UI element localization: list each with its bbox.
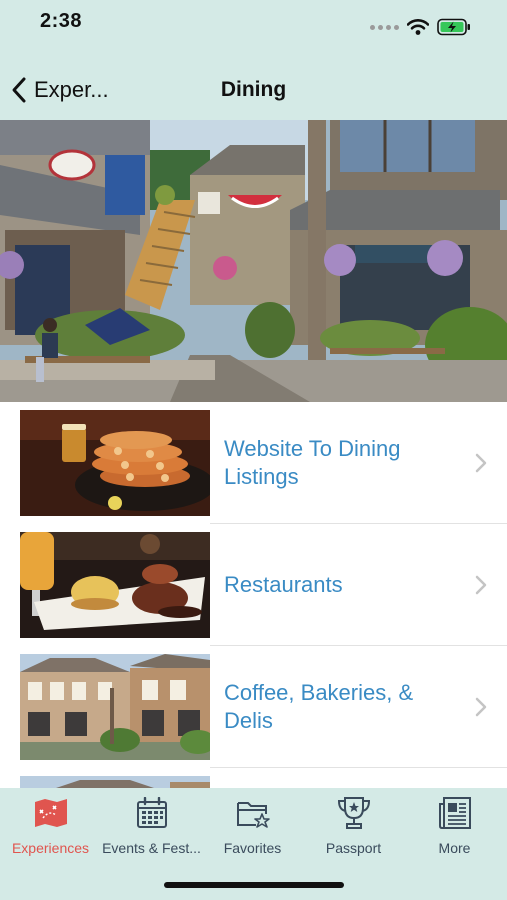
folder-star-icon	[236, 802, 270, 828]
list-item[interactable]: Restaurants	[0, 524, 507, 646]
storefront-photo	[0, 120, 507, 402]
home-indicator[interactable]	[164, 882, 344, 888]
eggs-benedict-thumbnail	[20, 532, 210, 638]
tab-experiences[interactable]: Experiences	[0, 794, 101, 864]
tab-label: Experiences	[11, 840, 90, 856]
crab-dinner-thumbnail	[20, 410, 210, 516]
list-item[interactable]: Website To Dining Listings	[0, 402, 507, 524]
status-bar: 2:38	[0, 0, 507, 60]
list-item[interactable]	[0, 768, 507, 788]
calendar-icon	[136, 797, 167, 828]
tab-more[interactable]: More	[404, 794, 505, 864]
status-time: 2:38	[40, 10, 83, 32]
tab-label: More	[438, 840, 471, 856]
tab-label: Favorites	[223, 840, 282, 856]
list-item[interactable]: Coffee, Bakeries, & Delis	[0, 646, 507, 768]
tab-passport[interactable]: Passport	[303, 794, 404, 864]
chevron-right-icon	[475, 575, 487, 595]
eggs-benedict-photo	[20, 532, 210, 638]
signal-dots-icon	[370, 24, 399, 30]
tab-events[interactable]: Events & Fest...	[101, 794, 202, 864]
item-label: Coffee, Bakeries, & Delis	[224, 680, 414, 733]
chevron-right-icon	[475, 453, 487, 473]
item-label: Website To Dining Listings	[224, 436, 401, 489]
chevron-right-icon	[475, 697, 487, 717]
tab-label: Events & Fest...	[102, 840, 201, 856]
crab-dinner-photo	[20, 410, 210, 516]
battery-charging-icon	[437, 18, 470, 36]
category-list: Website To Dining Listings Restaurants C…	[0, 402, 507, 788]
partial-thumbnail	[20, 776, 210, 788]
map-icon	[34, 799, 67, 827]
village-shops-thumbnail	[20, 654, 210, 760]
tab-label: Passport	[325, 840, 382, 856]
item-label: Restaurants	[224, 572, 343, 597]
hero-image	[0, 120, 507, 402]
wifi-icon	[407, 19, 429, 35]
nav-bar: Exper... Dining	[0, 60, 507, 120]
tab-favorites[interactable]: Favorites	[202, 794, 303, 864]
page-title: Dining	[220, 78, 287, 101]
village-shops-photo	[20, 654, 210, 760]
trophy-icon	[337, 797, 370, 829]
newspaper-icon	[438, 797, 471, 829]
status-icons	[370, 18, 471, 36]
